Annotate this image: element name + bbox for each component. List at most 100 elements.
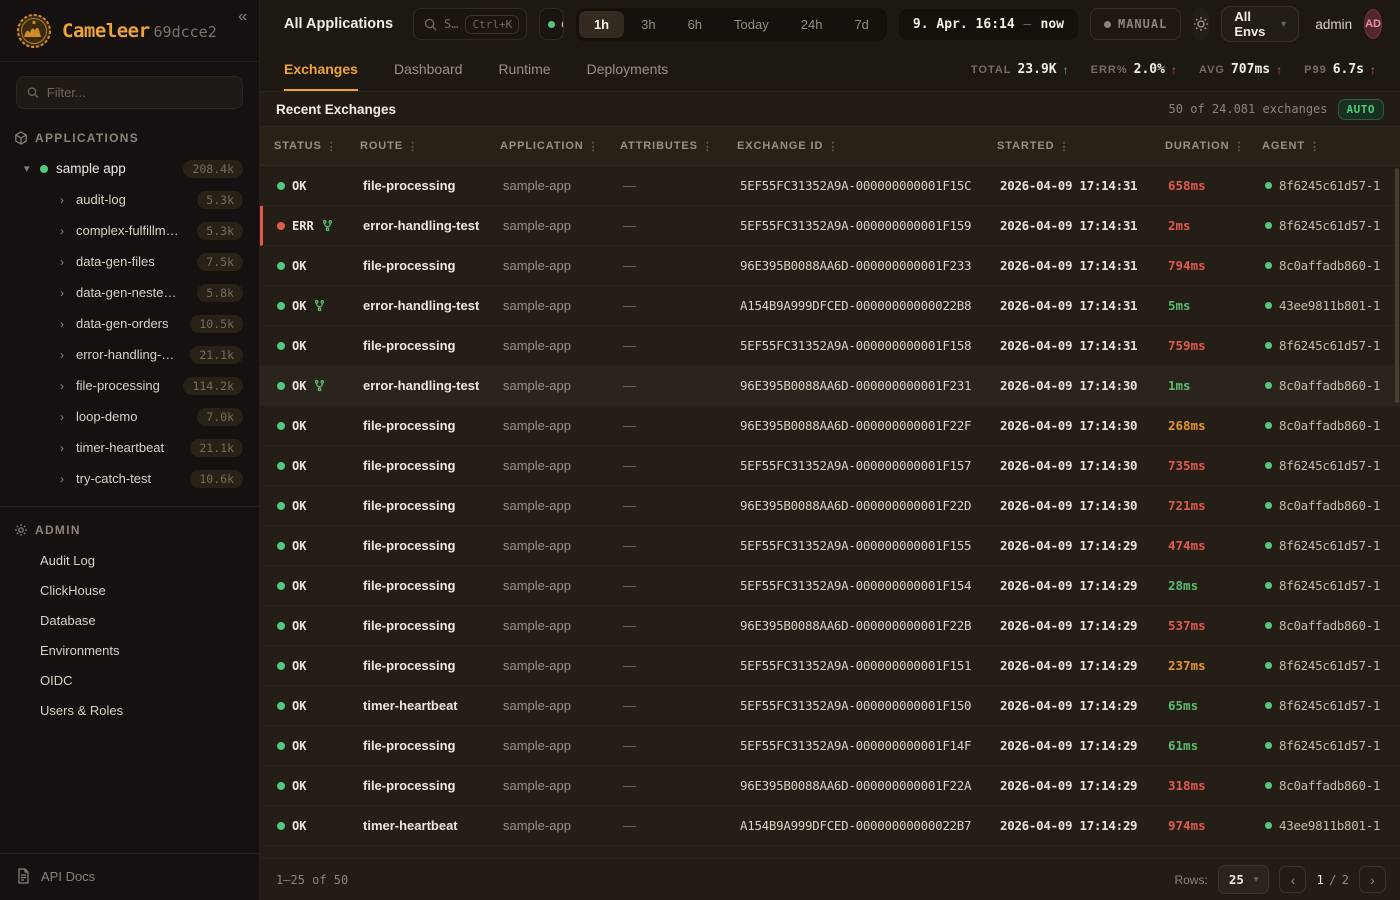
count-badge: 7.0k: [197, 408, 243, 426]
column-header-status[interactable]: STATUS⋮: [274, 140, 360, 153]
sidebar-item-data-gen-neste[interactable]: ›data-gen-neste…5.8k: [0, 277, 259, 308]
duration-cell: 61ms: [1168, 738, 1265, 753]
status-label: OK: [292, 739, 306, 753]
global-search-input[interactable]: S… Ctrl+K: [413, 8, 527, 40]
column-header-route[interactable]: ROUTE⋮: [360, 140, 500, 153]
application-cell: sample-app: [503, 178, 623, 193]
column-header-attributes[interactable]: ATTRIBUTES⋮: [620, 140, 737, 153]
avatar[interactable]: AD: [1364, 9, 1382, 39]
exchange-id-cell: 5EF55FC31352A9A-000000000001F151: [740, 658, 1000, 673]
status-filter-chip[interactable]: O: [539, 8, 564, 40]
time-range-today[interactable]: Today: [719, 11, 784, 38]
table-row[interactable]: OKerror-handling-testsample-app—96E395B0…: [260, 366, 1400, 406]
auto-refresh-badge[interactable]: AUTO: [1338, 99, 1385, 120]
time-range-3h[interactable]: 3h: [626, 11, 670, 38]
next-page-button[interactable]: ›: [1359, 866, 1386, 893]
route-cell: file-processing: [363, 538, 503, 553]
ok-status-dot: [277, 742, 285, 750]
prev-page-button[interactable]: ‹: [1279, 866, 1306, 893]
status-cell: OK: [277, 379, 363, 393]
table-row[interactable]: OKfile-processingsample-app—5EF55FC31352…: [260, 446, 1400, 486]
sidebar-item-complex-fulfillm[interactable]: ›complex-fulfillm…5.3k: [0, 215, 259, 246]
time-range-24h[interactable]: 24h: [786, 11, 838, 38]
sidebar-item-environments[interactable]: Environments: [0, 635, 259, 665]
agent-status-dot: [1265, 582, 1272, 589]
stat-err: ERR%2.0%↑: [1091, 62, 1177, 77]
theme-toggle-button[interactable]: [1193, 7, 1209, 41]
table-row[interactable]: OKfile-processingsample-app—96E395B0088A…: [260, 246, 1400, 286]
table-row[interactable]: OKtimer-heartbeatsample-app—5EF55FC31352…: [260, 686, 1400, 726]
table-row[interactable]: OKfile-processingsample-app—5EF55FC31352…: [260, 166, 1400, 206]
agent-status-dot: [1265, 262, 1272, 269]
table-scrollbar[interactable]: [1395, 168, 1399, 403]
column-label: APPLICATION: [500, 140, 584, 152]
stat-label: ERR%: [1091, 64, 1128, 76]
sidebar-item-try-catch-test[interactable]: ›try-catch-test10.6k: [0, 463, 259, 494]
time-range-6h[interactable]: 6h: [673, 11, 717, 38]
table-row[interactable]: OKtimer-heartbeatsample-app—A154B9A999DF…: [260, 806, 1400, 846]
sidebar-item-sample-app[interactable]: ▾ sample app 208.4k: [0, 153, 259, 184]
status-cell: OK: [277, 259, 363, 273]
agent-status-dot: [1265, 742, 1272, 749]
table-row[interactable]: ERRerror-handling-testsample-app—5EF55FC…: [260, 206, 1400, 246]
table-row[interactable]: OKerror-handling-testsample-app—A154B9A9…: [260, 286, 1400, 326]
attributes-cell: —: [623, 218, 740, 233]
table-row[interactable]: OKfile-processingsample-app—5EF55FC31352…: [260, 726, 1400, 766]
sidebar-item-users-roles[interactable]: Users & Roles: [0, 695, 259, 725]
status-cell: OK: [277, 699, 363, 713]
sidebar-item-oidc[interactable]: OIDC: [0, 665, 259, 695]
column-header-exchange-id[interactable]: EXCHANGE ID⋮: [737, 140, 997, 153]
time-range-1h[interactable]: 1h: [579, 11, 624, 38]
table-row[interactable]: OKfile-processingsample-app—5EF55FC31352…: [260, 646, 1400, 686]
error-status-dot: [277, 222, 285, 230]
sidebar-item-timer-heartbeat[interactable]: ›timer-heartbeat21.1k: [0, 432, 259, 463]
table-row[interactable]: OKfile-processingsample-app—96E395B0088A…: [260, 606, 1400, 646]
agent-id: 8c0affadb860-1: [1279, 498, 1380, 513]
sidebar-item-data-gen-files[interactable]: ›data-gen-files7.5k: [0, 246, 259, 277]
sidebar-item-database[interactable]: Database: [0, 605, 259, 635]
filter-input-box[interactable]: [16, 76, 243, 109]
date-range-picker[interactable]: 9. Apr. 16:14 — now: [899, 9, 1078, 40]
manual-refresh-button[interactable]: MANUAL: [1090, 8, 1181, 40]
column-header-application[interactable]: APPLICATION⋮: [500, 140, 620, 153]
sidebar-item-audit-log[interactable]: Audit Log: [0, 545, 259, 575]
tab-dashboard[interactable]: Dashboard: [394, 48, 463, 91]
sidebar-collapse-icon[interactable]: «: [238, 8, 247, 26]
sidebar-item-error-handling-[interactable]: ›error-handling-…21.1k: [0, 339, 259, 370]
column-header-agent[interactable]: AGENT⋮: [1262, 140, 1400, 153]
sidebar-item-data-gen-orders[interactable]: ›data-gen-orders10.5k: [0, 308, 259, 339]
column-header-started[interactable]: STARTED⋮: [997, 140, 1165, 153]
fork-icon: [314, 379, 325, 392]
table-row[interactable]: OKfile-processingsample-app—5EF55FC31352…: [260, 566, 1400, 606]
time-range-7d[interactable]: 7d: [839, 11, 883, 38]
tab-exchanges[interactable]: Exchanges: [284, 48, 358, 91]
started-cell: 2026-04-09 17:14:29: [1000, 658, 1168, 673]
table-row[interactable]: OKfile-processingsample-app—96E395B0088A…: [260, 486, 1400, 526]
sidebar-item-clickhouse[interactable]: ClickHouse: [0, 575, 259, 605]
status-label: OK: [292, 579, 306, 593]
filter-input[interactable]: [47, 85, 232, 100]
agent-status-dot: [1265, 502, 1272, 509]
sidebar-item-audit-log[interactable]: ›audit-log5.3k: [0, 184, 259, 215]
count-badge: 21.1k: [190, 346, 243, 364]
tab-runtime[interactable]: Runtime: [498, 48, 550, 91]
environment-select[interactable]: All Envs ▾: [1221, 6, 1299, 42]
table-row[interactable]: OKfile-processingsample-app—5EF55FC31352…: [260, 326, 1400, 366]
status-cell: OK: [277, 459, 363, 473]
tab-deployments[interactable]: Deployments: [587, 48, 669, 91]
agent-status-dot: [1265, 782, 1272, 789]
api-docs-link[interactable]: API Docs: [0, 853, 259, 900]
table-row[interactable]: OKfile-processingsample-app—96E395B0088A…: [260, 766, 1400, 806]
application-cell: sample-app: [503, 578, 623, 593]
application-cell: sample-app: [503, 618, 623, 633]
column-header-duration[interactable]: DURATION⋮: [1165, 140, 1262, 153]
attributes-cell: —: [623, 818, 740, 833]
rows-per-page-select[interactable]: 25 ▾: [1218, 865, 1270, 894]
package-icon: [14, 131, 28, 145]
sidebar-item-file-processing[interactable]: ›file-processing114.2k: [0, 370, 259, 401]
route-name: data-gen-files: [76, 254, 189, 269]
sidebar-item-loop-demo[interactable]: ›loop-demo7.0k: [0, 401, 259, 432]
brand: Cameleer69dcce2: [62, 20, 217, 42]
table-row[interactable]: OKfile-processingsample-app—5EF55FC31352…: [260, 526, 1400, 566]
table-row[interactable]: OKfile-processingsample-app—96E395B0088A…: [260, 406, 1400, 446]
